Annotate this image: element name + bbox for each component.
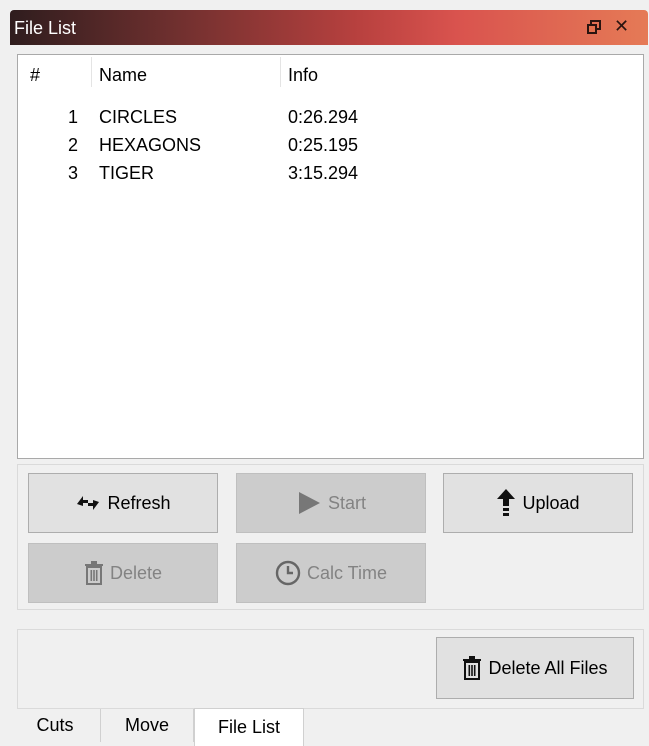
row-number: 3 — [67, 163, 78, 183]
delete-all-label: Delete All Files — [488, 657, 608, 678]
row-name: CIRCLES — [99, 107, 178, 127]
column-divider — [280, 57, 281, 87]
refresh-button[interactable]: Refresh — [28, 473, 218, 533]
bottom-tab-bar: Cuts Move File List — [10, 708, 648, 746]
file-list-table[interactable]: # Name Info 1 CIRCLES 0:26.294 2 HEXAGON… — [17, 54, 644, 459]
calc-time-label: Calc Time — [306, 562, 387, 583]
list-header: # Name Info — [18, 55, 643, 87]
row-number: 1 — [67, 107, 78, 127]
start-button[interactable]: Start — [236, 473, 426, 533]
window-title: File List — [14, 18, 77, 38]
table-row[interactable]: 3 TIGER 3:15.294 — [18, 163, 643, 189]
delete-button[interactable]: Delete — [28, 543, 218, 603]
clock-icon — [275, 560, 301, 586]
delete-all-files-button[interactable]: Delete All Files — [436, 637, 634, 699]
file-list-panel: File List ✕ # Name Info 1 CIRCLES 0:26.2… — [10, 10, 648, 746]
action-buttons-area: Refresh Start Upload Delete Calc Time — [17, 464, 644, 610]
play-icon — [296, 490, 322, 516]
title-bar[interactable]: File List ✕ — [10, 10, 648, 45]
close-icon[interactable]: ✕ — [614, 17, 629, 35]
refresh-label: Refresh — [107, 492, 171, 513]
trash-icon — [462, 656, 482, 680]
row-name: TIGER — [99, 163, 155, 183]
column-header-info[interactable]: Info — [288, 65, 318, 86]
row-info: 3:15.294 — [288, 163, 359, 183]
upload-icon — [496, 488, 516, 518]
row-name: HEXAGONS — [99, 135, 202, 155]
row-info: 0:26.294 — [288, 107, 359, 127]
tab-move[interactable]: Move — [101, 709, 194, 742]
tab-file-list[interactable]: File List — [194, 708, 304, 746]
row-info: 0:25.195 — [288, 135, 359, 155]
column-divider — [91, 57, 92, 87]
refresh-icon — [75, 493, 101, 513]
delete-all-area: Delete All Files — [17, 629, 644, 709]
calc-time-button[interactable]: Calc Time — [236, 543, 426, 603]
tab-cuts[interactable]: Cuts — [10, 709, 101, 742]
delete-label: Delete — [109, 562, 163, 583]
upload-label: Upload — [522, 492, 580, 513]
start-label: Start — [327, 492, 366, 513]
float-window-icon[interactable] — [587, 20, 601, 34]
upload-button[interactable]: Upload — [443, 473, 633, 533]
column-header-number[interactable]: # — [30, 65, 40, 86]
row-number: 2 — [67, 135, 78, 155]
table-row[interactable]: 1 CIRCLES 0:26.294 — [18, 107, 643, 133]
table-row[interactable]: 2 HEXAGONS 0:25.195 — [18, 135, 643, 161]
column-header-name[interactable]: Name — [99, 65, 147, 86]
trash-icon — [84, 561, 104, 585]
